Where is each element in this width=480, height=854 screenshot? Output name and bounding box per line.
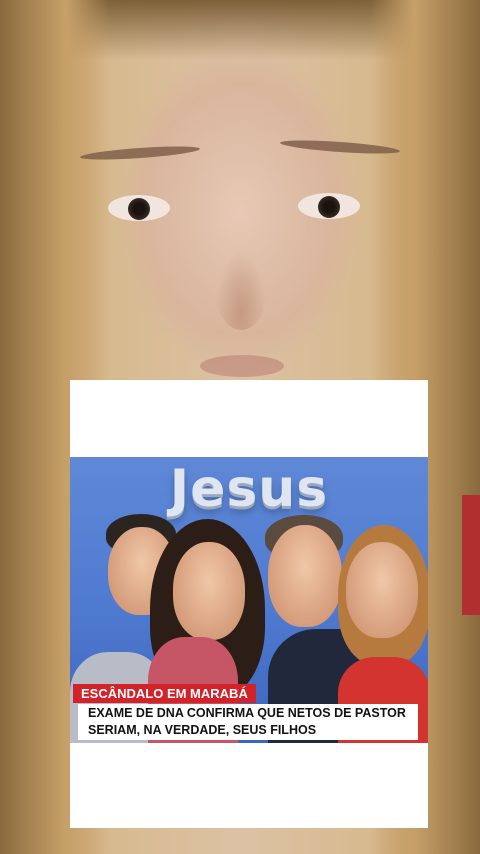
category-tag: ESCÂNDALO EM MARABÁ [73,684,256,703]
video-frame[interactable]: Jesus ESCÂNDALO EM MARABÁ EXAME DE DNA C… [0,0,480,854]
jesus-banner: Jesus [169,459,329,519]
left-eye [108,195,170,221]
red-shirt [462,495,480,615]
news-headline: EXAME DE DNA CONFIRMA QUE NETOS DE PASTO… [78,704,418,740]
news-photo: Jesus ESCÂNDALO EM MARABÁ EXAME DE DNA C… [70,457,428,743]
nose [215,250,267,330]
person-3-face [268,525,342,627]
news-card: Jesus ESCÂNDALO EM MARABÁ EXAME DE DNA C… [70,380,428,828]
person-2-face [173,542,245,640]
right-eye [298,193,360,219]
person-4-face [346,542,418,638]
lips [200,355,284,377]
